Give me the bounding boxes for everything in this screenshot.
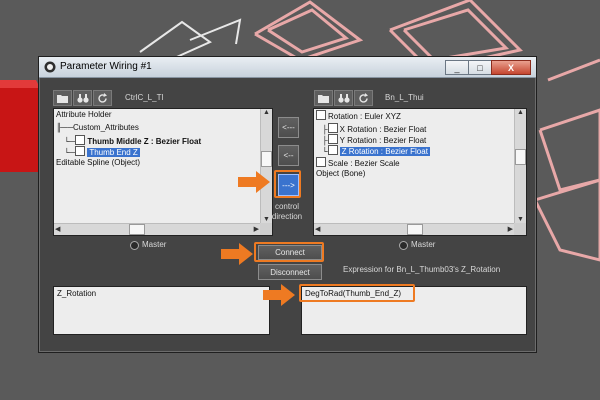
- scroll-thumb[interactable]: [261, 151, 272, 167]
- left-expression-textarea[interactable]: Z_Rotation: [53, 286, 270, 335]
- title-bar[interactable]: Parameter Wiring #1 _ □ X: [39, 57, 536, 78]
- right-master-label: Master: [411, 240, 436, 249]
- horizontal-scrollbar[interactable]: ◀ ▶: [314, 223, 514, 235]
- controller-icon: [316, 157, 326, 167]
- controller-icon: [327, 123, 338, 133]
- tree-item[interactable]: Object (Bone): [316, 169, 365, 179]
- red-box-shape: [0, 88, 40, 172]
- tree-item-selected[interactable]: └ Z Rotation : Bezier Float: [322, 145, 430, 156]
- right-master-radio[interactable]: [399, 241, 408, 250]
- refresh-icon[interactable]: [354, 90, 373, 106]
- scroll-left-icon[interactable]: ◀: [315, 225, 320, 233]
- binoculars-icon[interactable]: [334, 90, 353, 106]
- left-master-label: Master: [142, 240, 167, 249]
- left-panel-header: CtrlC_L_Tl: [125, 93, 164, 102]
- scroll-thumb[interactable]: [515, 149, 526, 165]
- tree-item-selected[interactable]: └─ Thumb End Z: [64, 146, 140, 157]
- scrollbar-corner: [260, 223, 272, 235]
- tree-item[interactable]: Rotation : Euler XYZ: [316, 110, 401, 121]
- minimize-button[interactable]: _: [445, 60, 469, 75]
- tree-item[interactable]: Editable Spline (Object): [56, 158, 140, 168]
- controller-icon: [75, 135, 86, 145]
- tree-item[interactable]: ╟──Custom_Attributes: [56, 123, 139, 133]
- disconnect-button[interactable]: Disconnect: [258, 264, 322, 280]
- scroll-right-icon[interactable]: ▶: [254, 225, 259, 233]
- scrollbar-corner: [514, 223, 526, 235]
- left-expression-text: Z_Rotation: [57, 289, 97, 298]
- control-direction-caption: control direction: [271, 202, 303, 221]
- window-title: Parameter Wiring #1: [60, 61, 152, 72]
- scroll-thumb[interactable]: [129, 224, 145, 235]
- orange-arrow-icon: [221, 243, 253, 265]
- control-direction-left-button[interactable]: <---: [278, 117, 299, 138]
- control-direction-bidirectional-button[interactable]: <--: [278, 145, 299, 166]
- tree-item[interactable]: Attribute Holder: [56, 110, 112, 120]
- maximize-button[interactable]: □: [468, 60, 492, 75]
- highlight-frame: [254, 242, 324, 262]
- right-panel-header: Bn_L_Thui: [385, 93, 424, 102]
- controller-icon: [327, 134, 338, 144]
- tree-item[interactable]: └─ Thumb Middle Z : Bezier Float: [64, 135, 201, 146]
- scroll-down-icon[interactable]: ▼: [517, 216, 524, 223]
- expression-caption: Expression for Bn_L_Thumb03's Z_Rotation: [343, 265, 501, 274]
- refresh-icon[interactable]: [93, 90, 112, 106]
- scroll-up-icon[interactable]: ▲: [263, 109, 270, 116]
- folder-icon[interactable]: [53, 90, 72, 106]
- scroll-right-icon[interactable]: ▶: [508, 225, 513, 233]
- right-track-view-tree[interactable]: Rotation : Euler XYZ ├ X Rotation : Bezie…: [313, 108, 527, 236]
- left-master-radio[interactable]: [130, 241, 139, 250]
- controller-icon: [327, 145, 338, 155]
- scroll-thumb[interactable]: [407, 224, 423, 235]
- parameter-wiring-dialog: Parameter Wiring #1 _ □ X CtrlC_L_Tl Bn_…: [38, 56, 537, 353]
- app-icon: [44, 61, 56, 73]
- highlight-frame: [299, 284, 415, 302]
- folder-icon[interactable]: [314, 90, 333, 106]
- tree-item[interactable]: ├ Y Rotation : Bezier Float: [322, 134, 426, 145]
- binoculars-icon[interactable]: [73, 90, 92, 106]
- highlight-frame: [274, 170, 301, 198]
- scroll-up-icon[interactable]: ▲: [517, 109, 524, 116]
- scroll-left-icon[interactable]: ◀: [55, 225, 60, 233]
- orange-arrow-icon: [263, 284, 295, 306]
- tree-item[interactable]: ├ X Rotation : Bezier Float: [322, 123, 426, 134]
- vertical-scrollbar[interactable]: ▲ ▼: [514, 109, 526, 223]
- controller-icon: [316, 110, 326, 120]
- horizontal-scrollbar[interactable]: ◀ ▶: [54, 223, 260, 235]
- tree-item[interactable]: Scale : Bezier Scale: [316, 157, 400, 168]
- controller-icon: [75, 146, 86, 156]
- close-button[interactable]: X: [491, 60, 531, 75]
- orange-arrow-icon: [238, 171, 270, 193]
